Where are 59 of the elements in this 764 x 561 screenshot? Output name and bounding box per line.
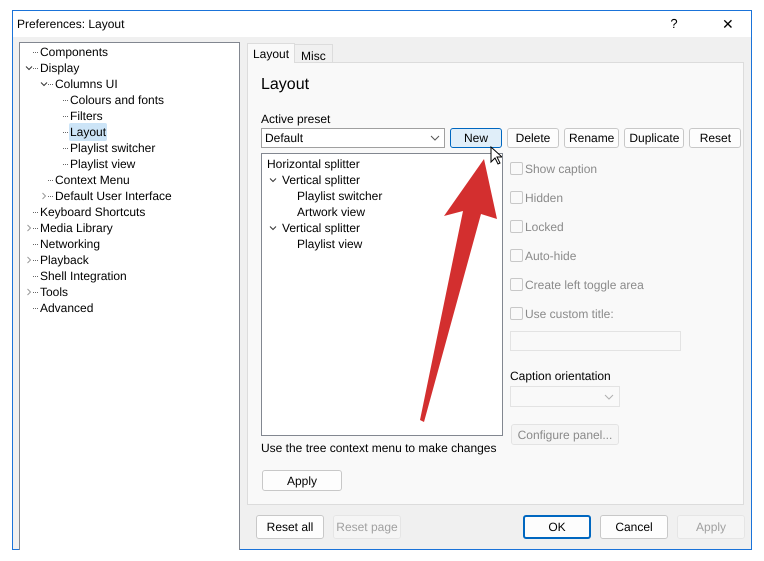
chevron-right-icon[interactable] — [24, 256, 32, 264]
checkbox-label: Use custom title: — [525, 306, 614, 322]
tree-item[interactable]: Playback — [39, 251, 90, 269]
checkbox-label: Auto-hide — [525, 248, 576, 264]
tree-item[interactable]: Networking — [39, 235, 102, 253]
help-button[interactable]: ? — [651, 11, 697, 37]
tree-item[interactable]: Playlist switcher — [69, 139, 156, 157]
tree-item[interactable]: Context Menu — [54, 171, 131, 189]
tree-item[interactable]: Vertical splitter — [282, 171, 360, 189]
tree-item[interactable]: Playlist view — [297, 235, 362, 253]
chevron-down-icon — [430, 135, 440, 141]
close-button[interactable]: ✕ — [705, 11, 751, 37]
tree-item[interactable]: Default User Interface — [54, 187, 173, 205]
chevron-down-icon[interactable] — [24, 64, 32, 72]
tree-item[interactable]: Artwork view — [297, 203, 366, 221]
preset-label: Active preset — [261, 111, 332, 126]
chevron-right-icon[interactable] — [24, 288, 32, 296]
chevron-right-icon[interactable] — [40, 192, 48, 200]
tree-item[interactable]: Components — [39, 43, 110, 61]
checkbox-label: Show caption — [525, 160, 598, 178]
apply-button[interactable]: Apply — [262, 470, 342, 491]
tree-item[interactable]: Horizontal splitter — [267, 155, 360, 173]
tree-item[interactable]: Media Library — [39, 219, 114, 237]
tree-item[interactable]: Shell Integration — [39, 267, 128, 285]
preset-button[interactable]: Delete — [507, 128, 559, 148]
tree-item[interactable]: Tools — [39, 283, 70, 301]
chevron-down-icon[interactable] — [269, 176, 277, 184]
preset-button[interactable]: Rename — [564, 128, 620, 148]
chevron-down-icon[interactable] — [40, 80, 48, 88]
window-title: Preferences: Layout — [17, 16, 124, 33]
tree-item[interactable]: Colours and fonts — [69, 91, 166, 109]
preset-value: Default — [265, 130, 304, 147]
tree-item[interactable]: Keyboard Shortcuts — [39, 203, 146, 221]
tree-item[interactable]: Vertical splitter — [282, 219, 360, 237]
preset-button[interactable]: New — [450, 128, 502, 148]
preset-dropdown[interactable]: Default — [261, 128, 445, 148]
preset-button[interactable]: Duplicate — [624, 128, 684, 148]
checkbox-label: Create left toggle area — [525, 276, 644, 294]
tree-item[interactable]: Filters — [69, 107, 104, 125]
dialog-button[interactable]: Reset all — [256, 515, 324, 539]
chevron-down-icon — [604, 394, 614, 400]
preset-button[interactable]: Reset — [689, 128, 742, 148]
tab[interactable]: Misc — [295, 44, 333, 62]
tree-item[interactable]: Advanced — [39, 299, 94, 317]
tree-item[interactable]: Layout — [69, 123, 108, 141]
chevron-down-icon[interactable] — [269, 224, 277, 232]
checkbox-label: Locked — [525, 218, 564, 236]
tree-item[interactable]: Columns UI — [54, 75, 119, 93]
hint-text: Use the tree context menu to make changes — [261, 440, 498, 455]
tree-item[interactable]: Playlist view — [69, 155, 136, 173]
dialog-button[interactable]: Cancel — [600, 515, 668, 539]
checkbox-label: Hidden — [525, 190, 564, 206]
tree-item[interactable]: Display — [39, 59, 80, 77]
chevron-right-icon[interactable] — [24, 224, 32, 232]
caption-orientation-label: Caption orientation — [510, 368, 612, 383]
page-heading: Layout — [261, 75, 310, 95]
tree-item[interactable]: Playlist switcher — [297, 187, 382, 205]
dialog-button[interactable]: OK — [523, 515, 592, 539]
tab[interactable]: Layout — [247, 43, 296, 63]
